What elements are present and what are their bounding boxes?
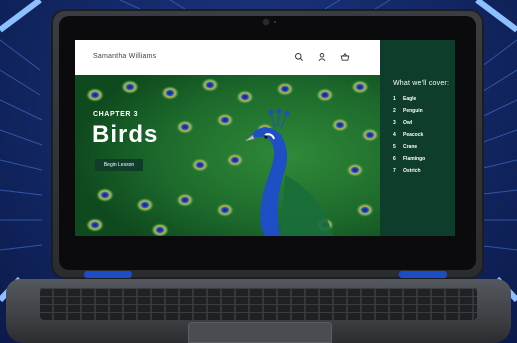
touchpad (188, 322, 332, 343)
list-item[interactable]: 6 Flamingo (393, 156, 425, 168)
list-item[interactable]: 3 Owl (393, 120, 425, 132)
lesson-number: 6 (393, 156, 396, 162)
list-item[interactable]: 1 Eagle (393, 96, 425, 108)
list-item[interactable]: 4 Peacock (393, 132, 425, 144)
list-item[interactable]: 7 Ostrich (393, 168, 425, 180)
cover-title: What we'll cover: (393, 80, 450, 87)
lesson-label: Penguin (403, 108, 423, 114)
lesson-number: 3 (393, 120, 396, 126)
list-item[interactable]: 5 Crane (393, 144, 425, 156)
lesson-number: 1 (393, 96, 396, 102)
lesson-label: Ostrich (403, 168, 421, 174)
lesson-list: 1 Eagle 2 Penguin 3 Owl 4 Peacock 5 Crane 6 Fl… (393, 96, 425, 180)
user-icon[interactable] (317, 52, 327, 62)
list-item[interactable]: 2 Penguin (393, 108, 425, 120)
lesson-sidebar: What we'll cover: 1 Eagle 2 Penguin 3 Owl 4… (380, 40, 455, 236)
keyboard (40, 288, 477, 320)
hero-banner: CHAPTER 3 Birds Begin Lesson (75, 75, 380, 236)
lesson-number: 7 (393, 168, 396, 174)
lesson-label: Eagle (403, 96, 417, 102)
hinge-right (399, 271, 447, 278)
lesson-label: Crane (403, 144, 418, 150)
app-screen: Samantha Williams CHAPTER 3 Birds Begin … (75, 40, 455, 236)
user-name[interactable]: Samantha Williams (93, 53, 156, 60)
lesson-number: 4 (393, 132, 396, 138)
hinge-left (84, 271, 132, 278)
page-title: Birds (92, 121, 159, 148)
webcam-icon (263, 19, 269, 25)
basket-icon[interactable] (340, 52, 350, 62)
lesson-label: Peacock (403, 132, 424, 138)
lesson-label: Owl (403, 120, 413, 126)
peacock-image (75, 75, 380, 236)
lesson-number: 5 (393, 144, 396, 150)
chapter-label: CHAPTER 3 (93, 111, 139, 118)
begin-lesson-button[interactable]: Begin Lesson (95, 159, 143, 171)
search-icon[interactable] (294, 52, 304, 62)
header-bar: Samantha Williams (75, 40, 380, 75)
lesson-label: Flamingo (403, 156, 426, 162)
camera-light (274, 21, 276, 23)
lesson-number: 2 (393, 108, 396, 114)
